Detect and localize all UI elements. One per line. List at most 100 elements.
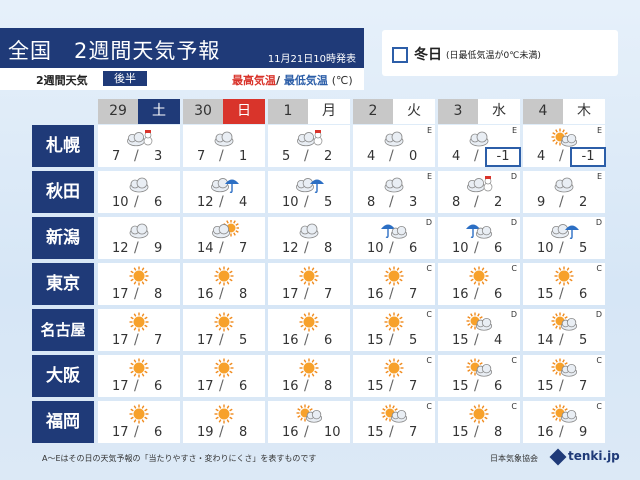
temperatures: 19 / 8 xyxy=(183,424,265,442)
temp-separator: / xyxy=(559,286,564,302)
temp-separator: / xyxy=(219,378,224,394)
reliability-rank: D xyxy=(595,218,602,227)
forecast-cell: 16 / 8 xyxy=(183,263,265,305)
temp-separator: / xyxy=(474,240,479,256)
sun-icon xyxy=(209,312,239,332)
forecast-cell: D 14 / 5 xyxy=(523,309,605,351)
min-temp: 8 xyxy=(239,425,248,440)
max-temp: 17 xyxy=(197,379,214,394)
temperatures: 15 / 6 xyxy=(438,378,520,396)
temperatures: 17 / 6 xyxy=(98,424,180,442)
temperatures: 15 / 7 xyxy=(523,378,605,396)
temp-separator: / xyxy=(389,378,394,394)
min-temp: 8 xyxy=(154,287,163,302)
temperatures: 15 / 7 xyxy=(353,424,435,442)
forecast-cell: 16 / 10 xyxy=(268,401,350,443)
max-temp: 16 xyxy=(197,287,214,302)
max-temp: 19 xyxy=(197,425,214,440)
temperatures: 10 / 5 xyxy=(523,240,605,258)
max-temp: 15 xyxy=(537,379,554,394)
forecast-cell: C 16 / 6 xyxy=(438,263,520,305)
max-temp: 12 xyxy=(112,241,129,256)
max-temp: 17 xyxy=(197,333,214,348)
sun-cloud-icon xyxy=(294,404,324,424)
temp-separator: / xyxy=(219,424,224,440)
forecast-cell: 17 / 7 xyxy=(98,309,180,351)
sun-icon xyxy=(124,312,154,332)
temperatures: 4 / 0 xyxy=(353,148,435,166)
forecast-cell: 5 / 2 xyxy=(268,125,350,167)
temp-separator: / xyxy=(474,424,479,440)
temperatures: 17 / 6 xyxy=(183,378,265,396)
cloud-icon xyxy=(379,128,409,148)
max-temp: 17 xyxy=(282,287,299,302)
forecast-cell: 16 / 6 xyxy=(268,309,350,351)
min-temp: 5 xyxy=(324,195,333,210)
min-temp: 8 xyxy=(239,287,248,302)
temp-separator: / xyxy=(559,148,564,164)
min-temp: 6 xyxy=(494,241,503,256)
max-temp: 10 xyxy=(367,241,384,256)
reliability-rank: C xyxy=(596,264,602,273)
cloud-snow-icon xyxy=(124,128,154,148)
temp-separator: / xyxy=(559,240,564,256)
min-temp: 9 xyxy=(579,425,588,440)
winter-day-note: (日最低気温が0℃未満) xyxy=(446,51,541,61)
sun-icon xyxy=(209,404,239,424)
temperatures: 12 / 8 xyxy=(268,240,350,258)
forecast-cell: 17 / 6 xyxy=(183,355,265,397)
winter-day-label: 冬日 xyxy=(414,47,442,63)
min-temp: 7 xyxy=(409,425,418,440)
min-temp: 5 xyxy=(579,241,588,256)
max-temp: 14 xyxy=(197,241,214,256)
city-label: 福岡 xyxy=(32,401,94,443)
sun-cloud-icon xyxy=(549,404,579,424)
max-temp: 15 xyxy=(367,333,384,348)
temp-separator: / xyxy=(474,148,479,164)
min-temp-winter-day: -1 xyxy=(570,147,606,167)
min-temp: 2 xyxy=(494,195,503,210)
forecast-label: 2週間天気 xyxy=(36,74,88,87)
date-number: 30 xyxy=(183,99,223,124)
forecast-cell: D 15 / 4 xyxy=(438,309,520,351)
temp-separator: / xyxy=(304,148,309,164)
cloud-icon xyxy=(124,174,154,194)
max-temp: 15 xyxy=(367,425,384,440)
min-temp: 7 xyxy=(409,287,418,302)
sun-icon xyxy=(209,358,239,378)
temperatures: 15 / 6 xyxy=(523,286,605,304)
min-temp-winter-day: -1 xyxy=(485,147,521,167)
sun-cloud-icon xyxy=(379,404,409,424)
day-of-week: 月 xyxy=(308,99,350,124)
sun-icon xyxy=(294,266,324,286)
forecast-cell: E 4 / -1 xyxy=(438,125,521,167)
temp-separator: / xyxy=(304,332,309,348)
max-temp: 8 xyxy=(452,195,461,210)
temperatures: 12 / 9 xyxy=(98,240,180,258)
temp-separator: / xyxy=(219,194,224,210)
min-temp: 3 xyxy=(409,195,418,210)
forecast-cell: 7 / 1 xyxy=(183,125,265,167)
min-temp: 8 xyxy=(324,241,333,256)
max-temp: 10 xyxy=(537,241,554,256)
sun-icon xyxy=(379,266,409,286)
max-temp: 12 xyxy=(282,241,299,256)
temp-separator: / xyxy=(389,148,394,164)
temperatures: 15 / 5 xyxy=(353,332,435,350)
date-number: 4 xyxy=(523,99,563,124)
max-temp: 17 xyxy=(112,379,129,394)
max-temp: 17 xyxy=(112,425,129,440)
sun-cloud-icon xyxy=(549,358,579,378)
reliability-rank: D xyxy=(425,218,432,227)
sun-icon xyxy=(209,266,239,286)
page-title: 全国 2週間天気予報 xyxy=(8,39,221,63)
temp-separator: / xyxy=(134,194,139,210)
temp-separator: / xyxy=(559,378,564,394)
min-temp: 6 xyxy=(494,287,503,302)
reliability-rank: C xyxy=(426,310,432,319)
temperature-legend: 最高気温/ 最低気温 (℃) xyxy=(232,72,353,88)
date-number: 2 xyxy=(353,99,393,124)
temp-separator: / xyxy=(559,194,564,210)
min-temp: 1 xyxy=(239,149,248,164)
temperatures: 10 / 6 xyxy=(438,240,520,258)
